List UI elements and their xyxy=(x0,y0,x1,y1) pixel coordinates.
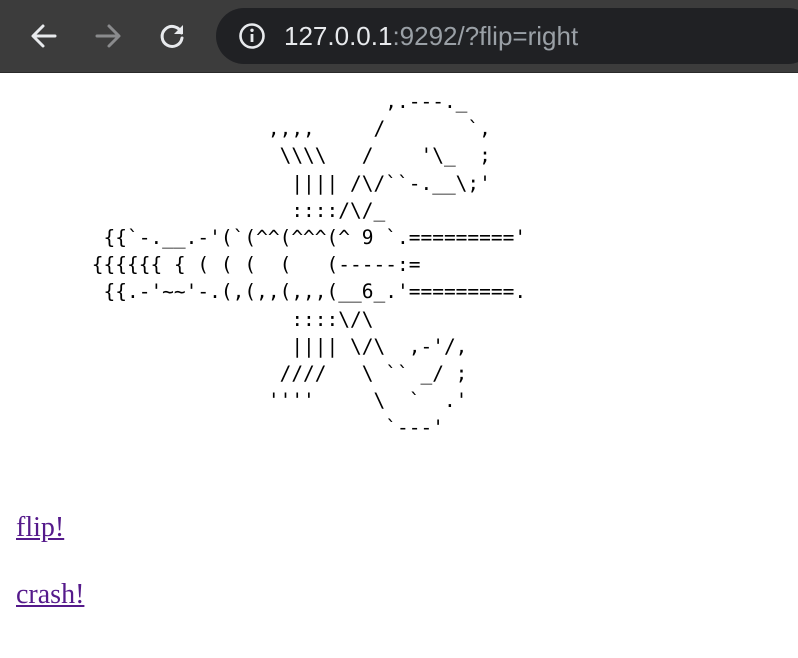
back-button[interactable] xyxy=(22,14,66,58)
reload-button[interactable] xyxy=(150,14,194,58)
arrow-left-icon xyxy=(31,24,57,48)
ascii-crab-art: ,.---._ ,,,, / `, \\\\ / '\_ ; |||| /\/`… xyxy=(91,90,527,440)
flip-link[interactable]: flip! xyxy=(16,512,64,544)
crash-link[interactable]: crash! xyxy=(16,579,84,611)
browser-toolbar: 127.0.0.1:9292/?flip=right xyxy=(0,0,798,73)
url-text: 127.0.0.1:9292/?flip=right xyxy=(284,8,578,64)
info-icon[interactable] xyxy=(238,22,266,50)
page-content: ,.---._ ,,,, / `, \\\\ / '\_ ; |||| /\/`… xyxy=(0,73,798,658)
reload-icon xyxy=(160,25,184,48)
forward-button[interactable] xyxy=(86,14,130,58)
arrow-right-icon xyxy=(95,24,121,48)
address-bar[interactable]: 127.0.0.1:9292/?flip=right xyxy=(216,8,798,64)
url-host: 127.0.0.1 xyxy=(284,21,393,51)
url-path: :9292/?flip=right xyxy=(392,21,579,51)
